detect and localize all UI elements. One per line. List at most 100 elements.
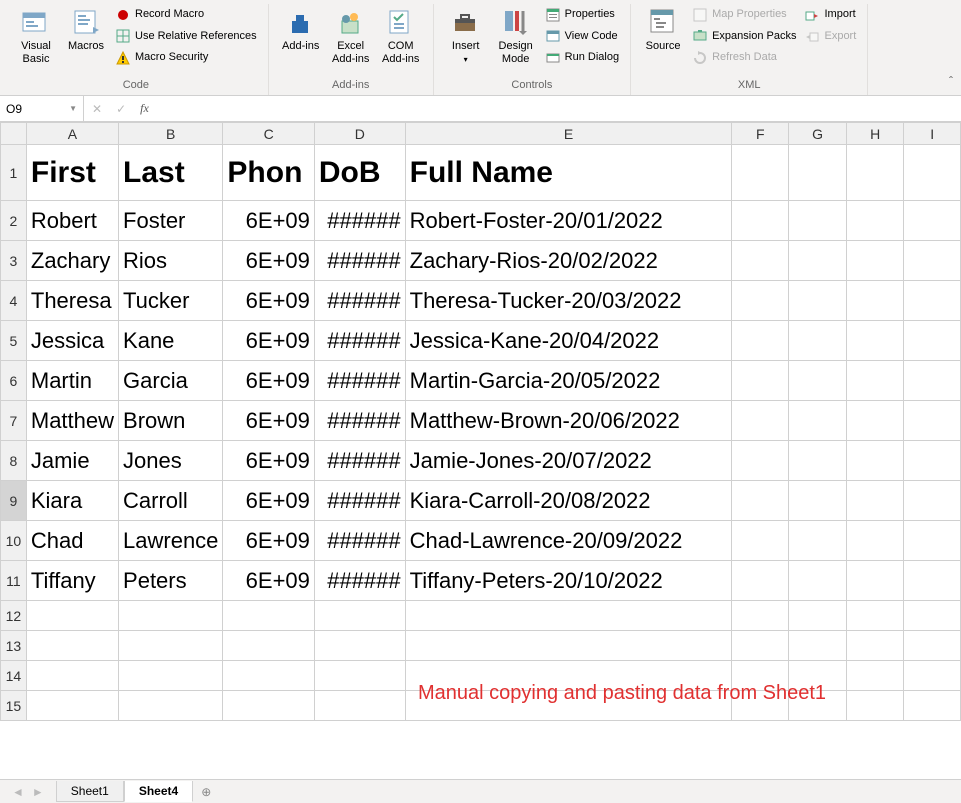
column-header[interactable]: B xyxy=(119,123,223,145)
cell[interactable] xyxy=(732,601,789,631)
collapse-ribbon-icon[interactable]: ˆ xyxy=(949,74,953,88)
cell[interactable]: ###### xyxy=(314,241,405,281)
cell[interactable] xyxy=(732,631,789,661)
cell[interactable]: Chad xyxy=(26,521,118,561)
cell[interactable]: Carroll xyxy=(119,481,223,521)
cell[interactable] xyxy=(119,661,223,691)
cell[interactable]: 6E+09 xyxy=(223,521,314,561)
cell[interactable] xyxy=(789,561,847,601)
cell[interactable] xyxy=(789,321,847,361)
cell[interactable]: Kane xyxy=(119,321,223,361)
cell[interactable] xyxy=(904,361,961,401)
cell[interactable] xyxy=(405,631,732,661)
row-header[interactable]: 3 xyxy=(1,241,27,281)
cell[interactable] xyxy=(223,601,314,631)
cell[interactable]: Martin-Garcia-20/05/2022 xyxy=(405,361,732,401)
excel-addins-button[interactable]: Excel Add-ins xyxy=(327,4,375,68)
name-box[interactable]: O9 ▼ xyxy=(0,96,84,121)
cell[interactable] xyxy=(119,601,223,631)
cell[interactable] xyxy=(904,481,961,521)
cell[interactable] xyxy=(314,631,405,661)
cell[interactable]: Tiffany xyxy=(26,561,118,601)
cell[interactable] xyxy=(26,691,118,721)
cell[interactable]: 6E+09 xyxy=(223,201,314,241)
cell[interactable]: Lawrence xyxy=(119,521,223,561)
row-header[interactable]: 9 xyxy=(1,481,27,521)
cell[interactable] xyxy=(223,691,314,721)
cell[interactable]: Rios xyxy=(119,241,223,281)
row-header[interactable]: 5 xyxy=(1,321,27,361)
cell[interactable] xyxy=(789,441,847,481)
cell[interactable] xyxy=(732,201,789,241)
row-header[interactable]: 2 xyxy=(1,201,27,241)
cell[interactable] xyxy=(732,145,789,201)
cell[interactable] xyxy=(846,521,904,561)
cell[interactable]: 6E+09 xyxy=(223,281,314,321)
cell[interactable] xyxy=(846,241,904,281)
cell[interactable] xyxy=(789,241,847,281)
cell[interactable] xyxy=(904,661,961,691)
cell[interactable]: 6E+09 xyxy=(223,481,314,521)
cell[interactable]: First xyxy=(26,145,118,201)
cell[interactable] xyxy=(904,631,961,661)
cell[interactable]: ###### xyxy=(314,481,405,521)
cell[interactable] xyxy=(732,241,789,281)
cell[interactable]: Peters xyxy=(119,561,223,601)
cell[interactable]: ###### xyxy=(314,521,405,561)
cell[interactable]: 6E+09 xyxy=(223,561,314,601)
column-header[interactable]: C xyxy=(223,123,314,145)
row-header[interactable]: 10 xyxy=(1,521,27,561)
cell[interactable]: ###### xyxy=(314,201,405,241)
view-code-button[interactable]: View Code xyxy=(542,26,622,48)
cell[interactable] xyxy=(789,631,847,661)
cell[interactable] xyxy=(732,401,789,441)
column-header[interactable]: E xyxy=(405,123,732,145)
cell[interactable]: Tucker xyxy=(119,281,223,321)
cell[interactable] xyxy=(314,661,405,691)
cell[interactable]: Theresa-Tucker-20/03/2022 xyxy=(405,281,732,321)
cell[interactable] xyxy=(119,691,223,721)
cell[interactable]: Tiffany-Peters-20/10/2022 xyxy=(405,561,732,601)
cell[interactable]: Martin xyxy=(26,361,118,401)
cell[interactable] xyxy=(732,521,789,561)
cell[interactable]: Chad-Lawrence-20/09/2022 xyxy=(405,521,732,561)
cell[interactable]: 6E+09 xyxy=(223,401,314,441)
cancel-formula-icon[interactable]: ✕ xyxy=(88,102,106,116)
cell[interactable] xyxy=(846,201,904,241)
cell[interactable] xyxy=(732,361,789,401)
cell[interactable]: 6E+09 xyxy=(223,241,314,281)
macros-button[interactable]: Macros xyxy=(62,4,110,55)
cell[interactable] xyxy=(904,521,961,561)
cell[interactable] xyxy=(846,321,904,361)
cell[interactable] xyxy=(846,691,904,721)
cell[interactable]: Matthew-Brown-20/06/2022 xyxy=(405,401,732,441)
row-header[interactable]: 14 xyxy=(1,661,27,691)
new-sheet-button[interactable]: ⊕ xyxy=(193,782,219,802)
properties-button[interactable]: Properties xyxy=(542,4,622,26)
cell[interactable] xyxy=(789,521,847,561)
run-dialog-button[interactable]: Run Dialog xyxy=(542,47,622,69)
cell[interactable]: 6E+09 xyxy=(223,441,314,481)
cell[interactable]: Theresa xyxy=(26,281,118,321)
tab-nav-next-icon[interactable]: ► xyxy=(32,785,44,799)
cell[interactable]: Kiara xyxy=(26,481,118,521)
cell[interactable] xyxy=(789,401,847,441)
cell[interactable] xyxy=(405,601,732,631)
cell[interactable] xyxy=(904,691,961,721)
cell[interactable] xyxy=(732,561,789,601)
sheet-tab-sheet4[interactable]: Sheet4 xyxy=(124,781,193,802)
cell[interactable] xyxy=(846,441,904,481)
cell[interactable]: Jamie-Jones-20/07/2022 xyxy=(405,441,732,481)
sheet-tab-sheet1[interactable]: Sheet1 xyxy=(56,781,124,802)
cell[interactable]: Jessica xyxy=(26,321,118,361)
cell[interactable]: DoB xyxy=(314,145,405,201)
cell[interactable] xyxy=(846,401,904,441)
spreadsheet-grid[interactable]: ABCDEFGHI1FirstLastPhonDoBFull Name2Robe… xyxy=(0,122,961,721)
insert-button[interactable]: Insert▾ xyxy=(442,4,490,68)
cell[interactable] xyxy=(223,661,314,691)
cell[interactable]: Phon xyxy=(223,145,314,201)
cell[interactable] xyxy=(732,321,789,361)
column-header[interactable]: A xyxy=(26,123,118,145)
row-header[interactable]: 13 xyxy=(1,631,27,661)
cell[interactable] xyxy=(732,441,789,481)
